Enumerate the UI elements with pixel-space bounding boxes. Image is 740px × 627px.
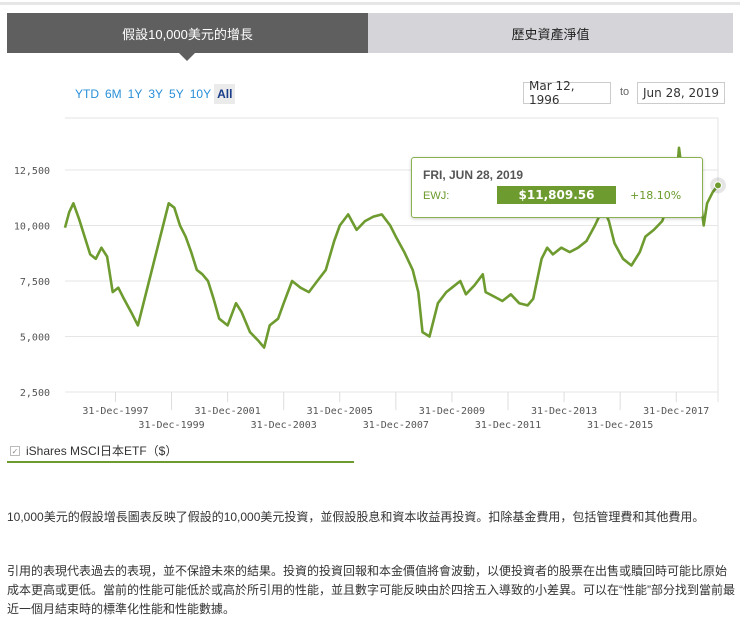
hover-point — [714, 181, 722, 190]
y-tick-label: 10,000 — [14, 222, 50, 233]
date-from-input[interactable]: Mar 12, 1996 — [523, 79, 611, 107]
active-tab-pointer — [179, 53, 195, 61]
x-tick-label: 31-Dec-2007 — [363, 420, 429, 431]
x-tick-label: 31-Dec-2005 — [307, 406, 373, 417]
tab-label: 歷史資產淨值 — [511, 26, 590, 42]
range-all[interactable]: All — [214, 84, 236, 104]
top-divider — [0, 2, 740, 5]
tab-historical-nav[interactable]: 歷史資產淨值 — [368, 13, 733, 53]
x-tick-label: 31-Dec-2015 — [587, 420, 653, 431]
tooltip-label: EWJ: — [423, 190, 450, 202]
range-ytd[interactable]: YTD — [72, 84, 102, 104]
x-tick-label: 31-Dec-2009 — [419, 406, 485, 417]
date-to-label: to — [620, 86, 630, 98]
range-10y[interactable]: 10Y — [187, 84, 214, 104]
tooltip-change: +18.10% — [630, 189, 682, 202]
tooltip-date: FRI, JUN 28, 2019 — [423, 168, 524, 182]
x-tick-label: 31-Dec-1999 — [138, 420, 204, 431]
legend-checkbox[interactable]: ✓ — [10, 445, 20, 456]
range-6m[interactable]: 6M — [102, 84, 125, 104]
date-to-input[interactable]: Jun 28, 2019 — [637, 82, 725, 104]
range-3y[interactable]: 3Y — [145, 84, 166, 104]
x-tick-label: 31-Dec-1997 — [82, 406, 148, 417]
tab-label: 假設10,000美元的增長 — [122, 26, 253, 42]
disclaimer-paragraph-1: 10,000美元的假設增長圖表反映了假設的10,000美元投資，並假設股息和資本… — [7, 510, 705, 524]
legend-item[interactable]: ✓ iShares MSCI日本ETF（$） — [10, 442, 177, 459]
y-tick-label: 2,500 — [20, 388, 50, 399]
range-selector: YTD 6M 1Y 3Y 5Y 10Y All — [72, 84, 236, 104]
legend-underline — [7, 461, 354, 463]
y-tick-label: 7,500 — [20, 277, 50, 288]
tab-hypothetical-growth[interactable]: 假設10,000美元的增長 — [7, 13, 368, 53]
x-tick-label: 31-Dec-2011 — [475, 420, 541, 431]
tooltip-value: $11,809.56 — [497, 186, 616, 204]
range-1y[interactable]: 1Y — [125, 84, 146, 104]
x-tick-label: 31-Dec-2013 — [531, 406, 597, 417]
range-5y[interactable]: 5Y — [166, 84, 187, 104]
x-tick-label: 31-Dec-2001 — [195, 406, 261, 417]
disclaimer-paragraph-2: 引用的表現代表過去的表現，並不保證未來的結果。投資的投資回報和本金價值將會波動，… — [7, 564, 735, 616]
x-tick-label: 31-Dec-2003 — [251, 420, 317, 431]
legend-label: iShares MSCI日本ETF（$） — [26, 444, 178, 458]
y-tick-label: 12,500 — [14, 166, 50, 177]
chart-tooltip: FRI, JUN 28, 2019 EWJ: $11,809.56 +18.10… — [411, 157, 703, 218]
x-tick-label: 31-Dec-2017 — [643, 406, 709, 417]
y-tick-label: 5,000 — [20, 333, 50, 344]
